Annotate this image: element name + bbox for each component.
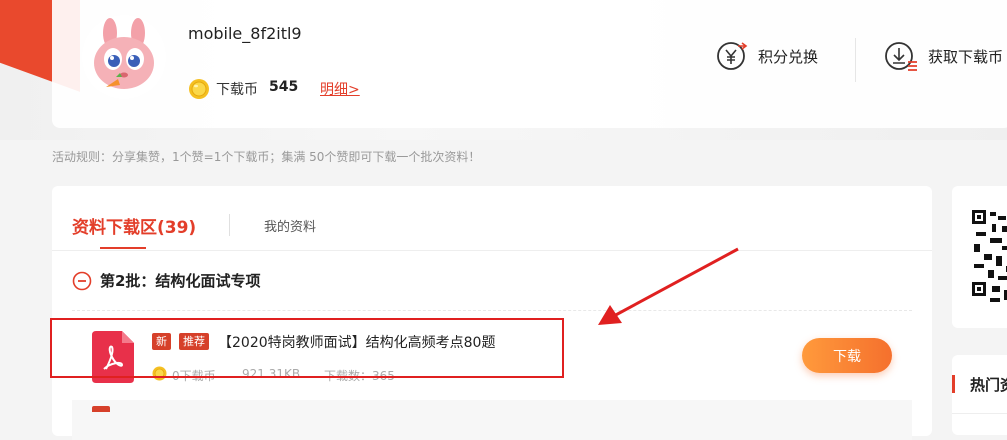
hot-materials-card: 热门资 (952, 355, 1007, 435)
collapse-minus-icon[interactable] (72, 271, 92, 291)
batch-title: 第2批：结构化面试专项 (100, 272, 261, 290)
download-button[interactable]: 下载 (802, 338, 892, 373)
download-area-card: 资料下载区(39) 我的资料 第2批：结构化面试专项 新 推荐 【2020特岗教… (52, 186, 932, 440)
annotation-highlight-box (50, 318, 564, 378)
tab-download-area[interactable]: 资料下载区(39) (72, 213, 196, 238)
download-coin-icon (885, 42, 917, 71)
get-coin-button[interactable]: 获取下载币 (884, 40, 1003, 72)
points-exchange-button[interactable]: 积分兑换 (716, 40, 818, 72)
batch-header[interactable]: 第2批：结构化面试专项 (72, 270, 260, 291)
hot-title-accent (952, 375, 955, 393)
tabs-separator (52, 250, 932, 251)
qr-code-icon (972, 210, 1007, 302)
hot-divider (952, 413, 1007, 414)
qr-code-card (952, 186, 1007, 328)
get-coin-label: 获取下载币 (928, 47, 1004, 66)
profile-card: mobile_8f2itl9 下载币 545 明细> 积分兑换 获取下载币 (52, 0, 1007, 128)
rabbit-avatar-icon (94, 18, 154, 89)
list-item (72, 400, 912, 440)
tab-my-materials[interactable]: 我的资料 (264, 216, 316, 235)
active-tab-indicator (100, 247, 146, 249)
batch-divider (72, 310, 912, 311)
activity-rules: 活动规则：分享集赞，1个赞=1个下载币；集满 50个赞即可下载一个批次资料！ (52, 150, 481, 164)
hot-materials-title: 热门资 (970, 376, 1007, 394)
coin-balance: 545 (269, 79, 299, 95)
coin-detail-link[interactable]: 明细> (320, 79, 360, 99)
points-exchange-label: 积分兑换 (758, 47, 819, 66)
coin-icon (189, 79, 209, 99)
yen-exchange-icon (717, 42, 748, 70)
avatar (82, 15, 166, 99)
annotation-arrow-icon (598, 247, 739, 325)
username: mobile_8f2itl9 (188, 24, 302, 43)
tab-divider (229, 214, 230, 236)
header-divider (855, 38, 856, 82)
coin-label: 下载币 (216, 82, 258, 98)
pdf-file-icon (92, 406, 110, 412)
